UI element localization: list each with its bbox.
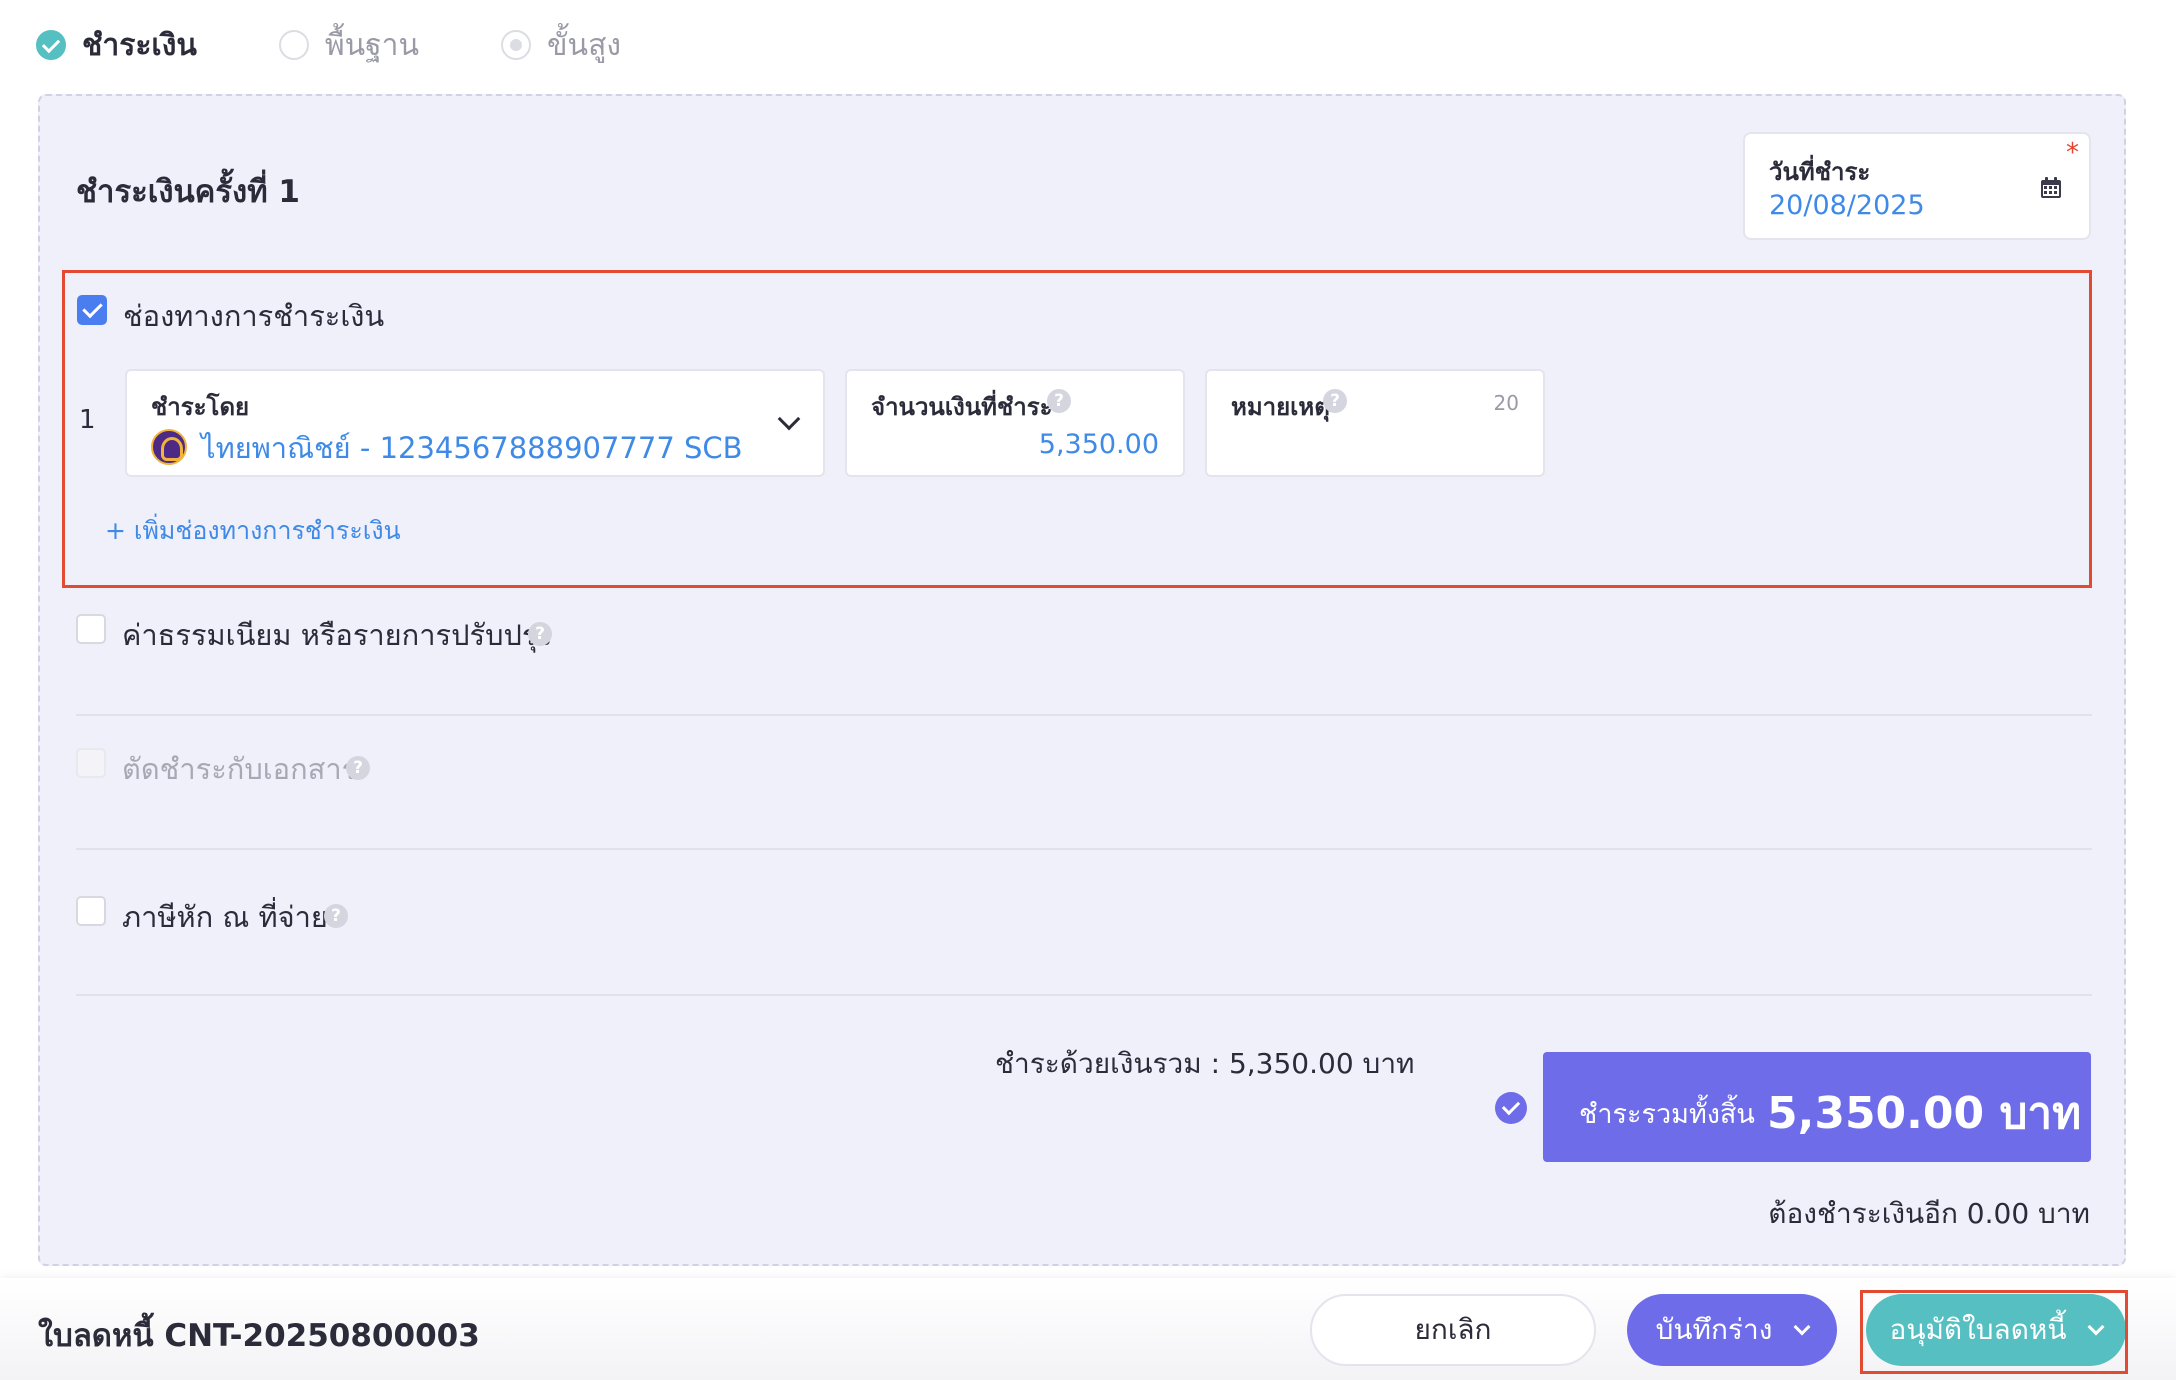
save-draft-button[interactable]: บันทึกร่าง xyxy=(1627,1294,1837,1366)
offset-docs-checkbox[interactable] xyxy=(76,748,106,778)
note-char-limit: 20 xyxy=(1493,391,1519,415)
grand-total-box: ชำระรวมทั้งสิ้น 5,350.00 บาท xyxy=(1543,1052,2091,1162)
cancel-button-label: ยกเลิก xyxy=(1414,1313,1492,1346)
mode-advanced-label: ขั้นสูง xyxy=(547,27,622,63)
note-label: หมายเหตุ xyxy=(1231,393,1330,421)
mode-selector: ชำระเงิน พื้นฐาน ขั้นสูง xyxy=(36,22,703,68)
offset-docs-label: ตัดชำระกับเอกสาร xyxy=(122,752,358,786)
calendar-icon[interactable] xyxy=(2039,176,2063,200)
note-field[interactable]: หมายเหตุ ? 20 xyxy=(1205,369,1545,477)
footer-bar: ใบลดหนี้ CNT-20250800003 ยกเลิก บันทึกร่… xyxy=(0,1278,2176,1380)
pay-by-value: ไทยพาณิชย์ - 1234567888907777 SCB xyxy=(201,431,743,465)
section-title: ชำระเงินครั้งที่ 1 xyxy=(76,174,300,210)
fees-checkbox[interactable] xyxy=(76,614,106,644)
grand-total-value: 5,350.00 บาท xyxy=(1767,1088,2082,1139)
divider xyxy=(76,714,2092,716)
fees-label: ค่าธรรมเนียม หรือรายการปรับปรุง xyxy=(122,618,552,652)
withholding-tax-label: ภาษีหัก ณ ที่จ่าย xyxy=(122,900,328,934)
payment-date-value: 20/08/2025 xyxy=(1769,190,1925,221)
radio-icon xyxy=(501,30,532,60)
payment-channel-section: ช่องทางการชำระเงิน 1 ชำระโดย ไทยพาณิชย์ … xyxy=(62,270,2092,588)
help-icon[interactable]: ? xyxy=(528,622,552,646)
cancel-button[interactable]: ยกเลิก xyxy=(1310,1294,1596,1366)
save-draft-label: บันทึกร่าง xyxy=(1655,1313,1773,1346)
payment-date-field[interactable]: วันที่ชำระ * 20/08/2025 xyxy=(1743,132,2091,240)
help-icon[interactable]: ? xyxy=(324,904,348,928)
bank-logo-icon xyxy=(151,429,187,465)
paid-total-text: ชำระด้วยเงินรวม : 5,350.00 บาท xyxy=(995,1047,1415,1080)
required-marker: * xyxy=(2066,138,2079,168)
help-icon[interactable]: ? xyxy=(1047,389,1071,413)
check-circle-icon xyxy=(1495,1092,1527,1124)
row-number: 1 xyxy=(79,405,96,435)
amount-field[interactable]: จำนวนเงินที่ชำระ ? 5,350.00 xyxy=(845,369,1185,477)
add-payment-channel-link[interactable]: + เพิ่มช่องทางการชำระเงิน xyxy=(105,511,401,551)
divider xyxy=(76,994,2092,996)
grand-total-label: ชำระรวมทั้งสิ้น xyxy=(1579,1099,1755,1130)
payment-date-label: วันที่ชำระ xyxy=(1769,158,1871,186)
pay-by-label: ชำระโดย xyxy=(151,393,250,421)
check-circle-icon xyxy=(36,30,66,60)
amount-label: จำนวนเงินที่ชำระ xyxy=(871,393,1053,421)
mode-basic-label: พื้นฐาน xyxy=(324,27,420,63)
chevron-down-icon xyxy=(1793,1318,1811,1336)
mode-basic[interactable]: พื้นฐาน xyxy=(278,22,420,69)
remaining-amount-text: ต้องชำระเงินอีก 0.00 บาท xyxy=(1768,1197,2090,1230)
mode-payment[interactable]: ชำระเงิน xyxy=(36,22,197,69)
amount-value: 5,350.00 xyxy=(1038,429,1159,460)
pay-by-select[interactable]: ชำระโดย ไทยพาณิชย์ - 1234567888907777 SC… xyxy=(125,369,825,477)
payment-channel-checkbox[interactable] xyxy=(77,295,107,325)
help-icon[interactable]: ? xyxy=(1323,389,1347,413)
approve-button-highlight xyxy=(1860,1290,2128,1374)
payment-panel: ชำระเงินครั้งที่ 1 วันที่ชำระ * 20/08/20… xyxy=(38,94,2126,1266)
help-icon[interactable]: ? xyxy=(346,756,370,780)
document-title: ใบลดหนี้ CNT-20250800003 xyxy=(38,1318,480,1354)
divider xyxy=(76,848,2092,850)
withholding-tax-checkbox[interactable] xyxy=(76,896,106,926)
radio-icon xyxy=(278,30,309,60)
payment-channel-label: ช่องทางการชำระเงิน xyxy=(123,299,385,333)
chevron-down-icon[interactable] xyxy=(777,407,801,431)
mode-payment-label: ชำระเงิน xyxy=(82,27,197,63)
mode-advanced[interactable]: ขั้นสูง xyxy=(501,22,621,69)
